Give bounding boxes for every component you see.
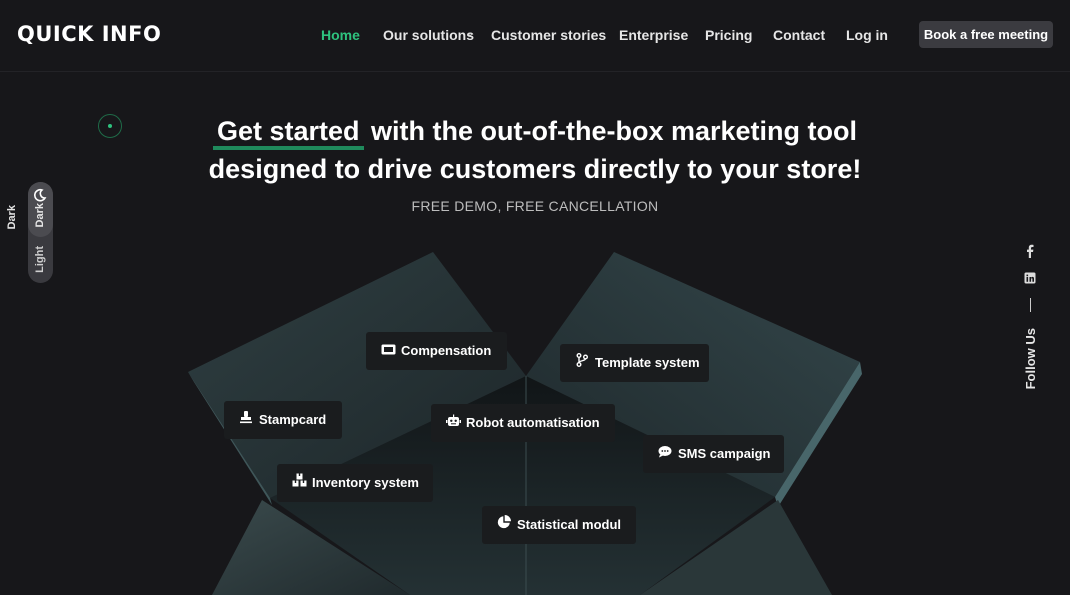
feature-sms-campaign[interactable]: SMS campaign	[643, 435, 784, 473]
nav-log-in[interactable]: Log in	[846, 27, 888, 43]
nav-customer-stories[interactable]: Customer stories	[491, 27, 606, 43]
feature-inventory-system[interactable]: Inventory system	[277, 464, 433, 502]
boxes-icon	[291, 464, 307, 502]
facebook-icon[interactable]	[1022, 244, 1038, 258]
feature-template-system[interactable]: Template system	[560, 344, 709, 382]
stamp-icon	[238, 401, 254, 439]
nav-contact[interactable]: Contact	[773, 27, 825, 43]
hero-subtitle: FREE DEMO, FREE CANCELLATION	[411, 198, 659, 214]
feature-label: Compensation	[401, 343, 492, 358]
nav-pricing[interactable]: Pricing	[705, 27, 752, 43]
headline-rest: with the out-of-the-box marketing tool	[363, 116, 857, 146]
ticket-icon	[380, 332, 396, 370]
headline-line2: designed to drive customers directly to …	[208, 154, 862, 184]
nav-our-solutions[interactable]: Our solutions	[383, 27, 474, 43]
decorative-dot-icon	[98, 114, 122, 138]
branch-icon	[574, 344, 590, 382]
feature-compensation[interactable]: Compensation	[366, 332, 507, 370]
feature-label: Inventory system	[312, 475, 419, 490]
feature-statistical-modul[interactable]: Statistical modul	[482, 506, 636, 544]
theme-dark-text[interactable]: Dark	[34, 203, 46, 227]
hero-headline: Get started with the out-of-the-box mark…	[150, 112, 920, 188]
chat-icon	[657, 435, 673, 473]
follow-divider	[1030, 298, 1031, 312]
nav-enterprise[interactable]: Enterprise	[619, 27, 688, 43]
chevron-down-icon[interactable]: ⌄	[466, 28, 474, 39]
theme-dark-label: Dark	[6, 205, 18, 230]
feature-label: Robot automatisation	[466, 415, 600, 430]
feature-label: Statistical modul	[517, 517, 622, 532]
book-meeting-button[interactable]: Book a free meeting	[919, 21, 1053, 48]
feature-label: Stampcard	[259, 412, 327, 427]
follow-us-label: Follow Us	[1023, 328, 1038, 390]
feature-label: SMS campaign	[678, 446, 771, 461]
theme-light-text[interactable]: Light	[34, 246, 46, 273]
nav-home[interactable]: Home	[321, 27, 360, 43]
feature-label: Template system	[595, 355, 700, 370]
site-header: QUICK INFO Home Our solutions ⌄ Customer…	[0, 0, 1070, 72]
linkedin-icon[interactable]	[1022, 271, 1038, 285]
feature-robot-automatisation[interactable]: Robot automatisation	[431, 404, 615, 442]
headline-highlight: Get started	[213, 116, 364, 150]
logo[interactable]: QUICK INFO	[17, 22, 161, 46]
moon-icon	[34, 188, 47, 202]
robot-icon	[445, 404, 461, 442]
pie-chart-icon	[496, 506, 512, 544]
feature-stampcard[interactable]: Stampcard	[224, 401, 342, 439]
